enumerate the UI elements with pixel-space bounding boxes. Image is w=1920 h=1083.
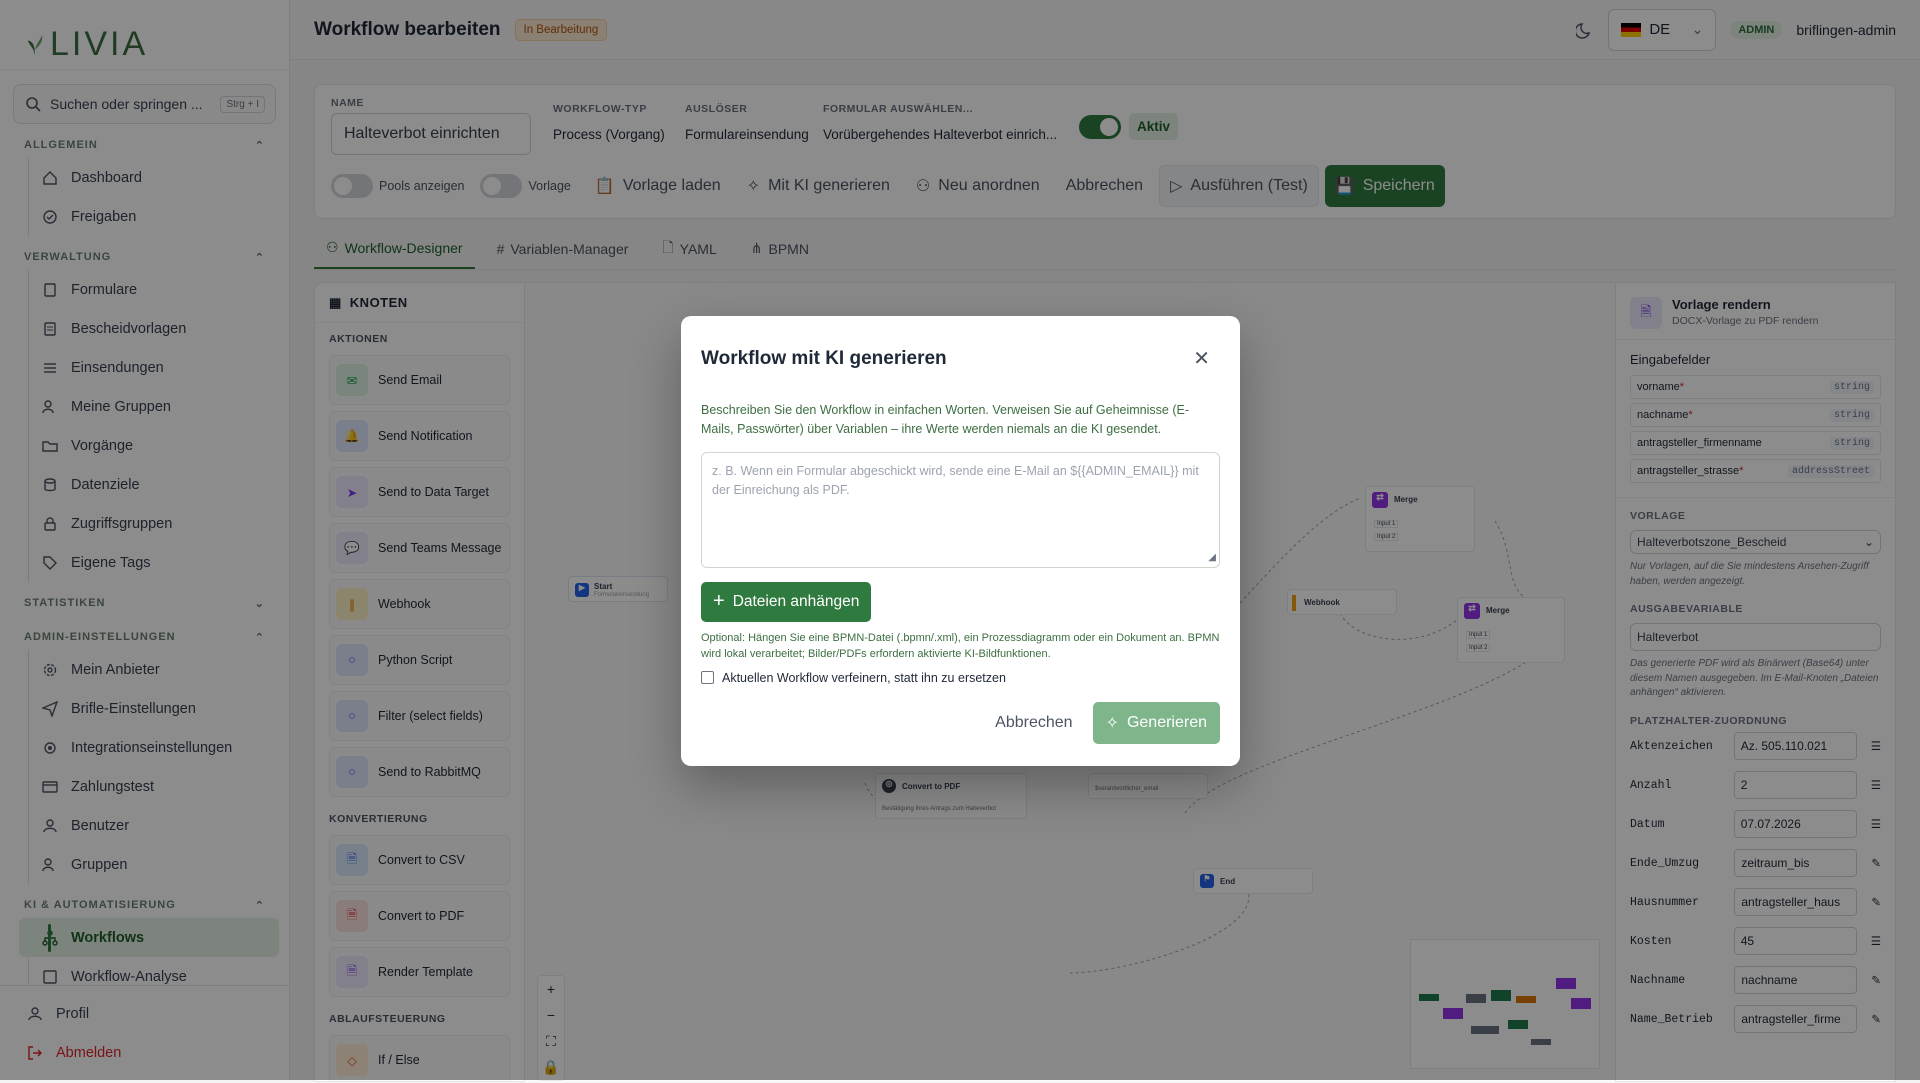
dialog-actions: Abbrechen ✧ Generieren: [995, 702, 1220, 744]
generate-label: Generieren: [1126, 714, 1207, 731]
refine-checkbox-row: Aktuellen Workflow verfeinern, statt ihn…: [701, 671, 1220, 685]
plus-icon: +: [713, 590, 725, 613]
attach-hint: Optional: Hängen Sie eine BPMN-Datei (.b…: [701, 631, 1220, 661]
dialog-description: Beschreiben Sie den Workflow in einfache…: [701, 403, 1189, 437]
ai-generate-dialog: Workflow mit KI generieren ✕ Beschreiben…: [681, 316, 1240, 766]
dialog-header: Workflow mit KI generieren ✕: [701, 316, 1220, 401]
refine-checkbox-label[interactable]: Aktuellen Workflow verfeinern, statt ihn…: [722, 671, 1006, 685]
prompt-textarea[interactable]: z. B. Wenn ein Formular abgeschickt wird…: [701, 451, 1220, 568]
prompt-placeholder: z. B. Wenn ein Formular abgeschickt wird…: [712, 463, 1199, 498]
refine-checkbox[interactable]: [701, 671, 714, 685]
close-icon[interactable]: ✕: [1183, 346, 1220, 371]
dialog-cancel-button[interactable]: Abbrechen: [995, 714, 1072, 732]
sparkle-icon: ✧: [1105, 715, 1119, 732]
resize-handle-icon[interactable]: ◢: [1208, 550, 1216, 566]
dialog-title: Workflow mit KI generieren: [701, 347, 947, 369]
attach-files-button[interactable]: + Dateien anhängen: [701, 581, 872, 622]
generate-button[interactable]: ✧ Generieren: [1092, 702, 1220, 744]
attach-files-label: Dateien anhängen: [732, 592, 860, 610]
